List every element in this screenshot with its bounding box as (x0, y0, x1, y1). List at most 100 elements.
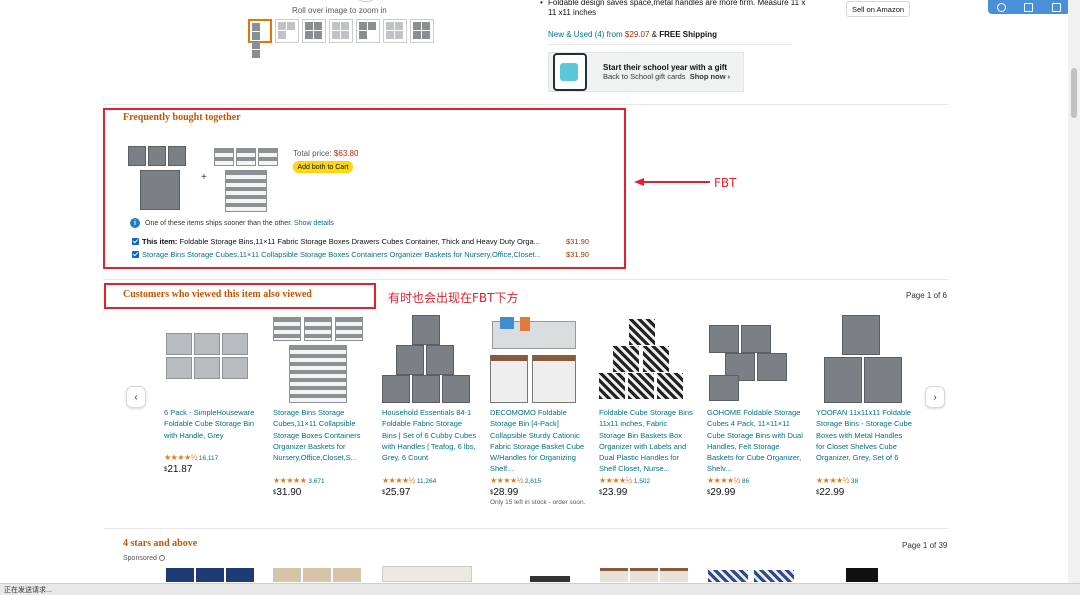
product-image[interactable] (273, 313, 369, 405)
review-count[interactable]: 1,502 (634, 478, 650, 485)
carousel-prev-button[interactable]: ‹ (126, 386, 146, 408)
price-value: 28.99 (493, 487, 519, 499)
product-title[interactable]: YOOFAN 11x11x11 Foldable Storage Bins - … (816, 407, 912, 475)
rating-stars-icon: ★★★★½ (707, 476, 740, 485)
image-thumbnails (248, 19, 434, 58)
fbt-item1-checkbox[interactable] (132, 238, 139, 245)
gift-shop-now[interactable]: Shop now › (690, 72, 730, 81)
thumbnail-2[interactable] (275, 19, 299, 43)
fbt-item1-title: Foldable Storage Bins,11×11 Fabric Stora… (179, 237, 540, 246)
rating-stars-icon: ★★★★½ (490, 476, 523, 485)
edit-icon[interactable] (1024, 2, 1034, 12)
review-count[interactable]: 86 (742, 478, 749, 485)
rating-stars-icon: ★★★★★ (273, 476, 307, 485)
fbt-item1: This item: Foldable Storage Bins,11×11 F… (142, 237, 562, 246)
review-count[interactable]: 3,671 (308, 478, 324, 485)
product-image[interactable] (816, 313, 912, 405)
review-count[interactable]: 38 (851, 478, 858, 485)
sponsored-product-image[interactable] (273, 568, 363, 582)
divider (548, 44, 792, 45)
fbt-total-label: Total price: (293, 149, 332, 158)
product-price: $28.99 (490, 487, 586, 498)
sponsored-label: Sponsored (123, 555, 165, 562)
sponsored-product-image[interactable] (708, 570, 796, 582)
currency-symbol: $ (273, 490, 277, 497)
thumbnail-6[interactable] (383, 19, 407, 43)
fbt-product-1-image[interactable] (128, 146, 194, 214)
viewed-product-card[interactable]: 6 Pack - SimpleHouseware Foldable Cube S… (164, 313, 260, 476)
thumbnail-3[interactable] (302, 19, 326, 43)
ship-note: One of these items ships sooner than the… (145, 220, 334, 227)
fbt-item1-price: $31.90 (566, 237, 589, 246)
viewed-product-card[interactable]: Storage Bins Storage Cubes,11×11 Collaps… (273, 313, 369, 499)
review-count[interactable]: 2,615 (525, 478, 541, 485)
sponsored-product-image[interactable] (846, 568, 878, 582)
gift-card-ad[interactable]: Start their school year with a gift Back… (548, 52, 744, 92)
viewed-product-card[interactable]: Household Essentials 84-1 Foldable Fabri… (382, 313, 478, 499)
scrollbar-thumb[interactable] (1071, 68, 1077, 118)
show-details-link[interactable]: Show details (294, 220, 334, 227)
clock-icon[interactable] (997, 2, 1007, 12)
carousel-next-button[interactable]: › (925, 386, 945, 408)
product-image[interactable] (382, 313, 478, 405)
rating-stars-icon: ★★★★½ (164, 453, 197, 462)
price-value: 21.87 (167, 464, 193, 476)
review-count[interactable]: 16,117 (199, 455, 218, 462)
four-stars-title: 4 stars and above (123, 538, 198, 549)
product-title[interactable]: Household Essentials 84-1 Foldable Fabri… (382, 407, 478, 475)
product-image[interactable] (490, 313, 586, 405)
product-price: $23.99 (599, 487, 695, 498)
fbt-product-2-image[interactable] (214, 148, 280, 214)
product-title[interactable]: Foldable Cube Storage Bins 11x11 inches,… (599, 407, 695, 475)
product-title[interactable]: Storage Bins Storage Cubes,11×11 Collaps… (273, 407, 369, 475)
product-title[interactable]: GOHOME Foldable Storage Cubes 4 Pack, 11… (707, 407, 803, 475)
sell-on-amazon-button[interactable]: Sell on Amazon (846, 1, 910, 17)
info-icon[interactable] (158, 555, 165, 562)
viewed-product-card[interactable]: DECOMOMO Foldable Storage Bin [4-Pack] C… (490, 313, 586, 507)
new-used-amp: & (651, 30, 657, 39)
product-price: $22.99 (816, 487, 912, 498)
new-used-link[interactable]: New & Used (4) from (548, 30, 623, 39)
fbt-item2-checkbox[interactable] (132, 251, 139, 258)
fbt-total-price: $63.80 (333, 149, 359, 158)
product-price: $21.87 (164, 464, 260, 475)
product-title[interactable]: 6 Pack - SimpleHouseware Foldable Cube S… (164, 407, 260, 452)
sponsored-product-image[interactable] (382, 566, 472, 582)
window-icon[interactable] (1051, 2, 1061, 12)
annotation-arrow-icon (634, 178, 710, 186)
thumbnail-1[interactable] (248, 19, 272, 58)
review-count[interactable]: 11,264 (417, 478, 436, 485)
zoom-hint: Roll over image to zoom in (292, 6, 387, 15)
add-both-to-cart-button[interactable]: Add both to Cart (293, 161, 353, 173)
free-shipping: FREE Shipping (659, 30, 717, 39)
thumbnail-5[interactable] (356, 19, 380, 43)
four-stars-page-indicator: Page 1 of 39 (902, 541, 948, 550)
fbt-item2-title[interactable]: Storage Bins Storage Cubes,11×11 Collaps… (142, 250, 562, 259)
thumbnail-4[interactable] (329, 19, 353, 43)
phone-icon (553, 53, 587, 91)
sponsored-product-image[interactable] (166, 568, 256, 582)
vertical-scrollbar[interactable] (1068, 0, 1080, 583)
new-used-offers[interactable]: New & Used (4) from $29.07 & FREE Shippi… (548, 30, 717, 39)
product-price: $29.99 (707, 487, 803, 498)
product-image[interactable] (164, 313, 260, 405)
viewed-product-card[interactable]: GOHOME Foldable Storage Cubes 4 Pack, 11… (707, 313, 803, 499)
product-price: $31.90 (273, 487, 369, 498)
sponsored-product-image[interactable] (530, 576, 570, 582)
currency-symbol: $ (382, 490, 386, 497)
sponsored-product-image[interactable] (600, 568, 690, 582)
new-used-price: $29.07 (624, 30, 650, 39)
product-image[interactable] (599, 313, 695, 405)
info-icon: i (130, 218, 140, 228)
top-right-toolbar (988, 0, 1070, 14)
feature-bullet: Foldable design saves space,metal handle… (540, 0, 808, 18)
currency-symbol: $ (599, 490, 603, 497)
product-title[interactable]: DECOMOMO Foldable Storage Bin [4-Pack] C… (490, 407, 586, 475)
currency-symbol: $ (707, 490, 711, 497)
currency-symbol: $ (816, 490, 820, 497)
product-image[interactable] (707, 313, 803, 405)
thumbnail-7[interactable] (410, 19, 434, 43)
viewed-product-card[interactable]: Foldable Cube Storage Bins 11x11 inches,… (599, 313, 695, 499)
viewed-product-card[interactable]: YOOFAN 11x11x11 Foldable Storage Bins - … (816, 313, 912, 499)
fbt-item1-prefix: This item: (142, 237, 178, 246)
